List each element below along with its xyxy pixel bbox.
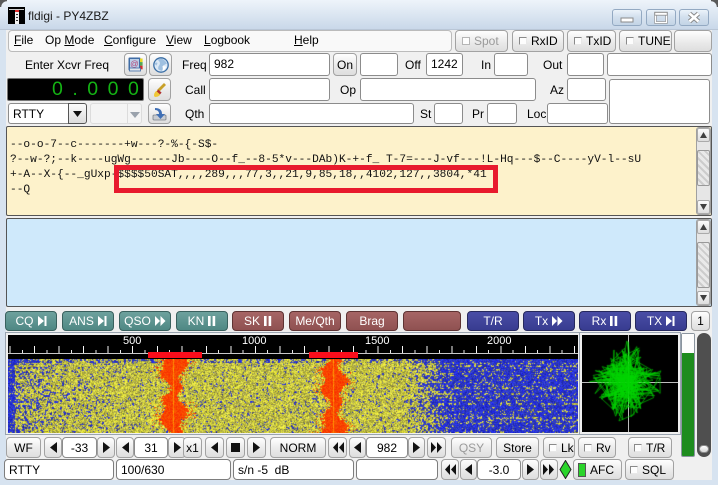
svg-text:@: @: [130, 59, 139, 69]
